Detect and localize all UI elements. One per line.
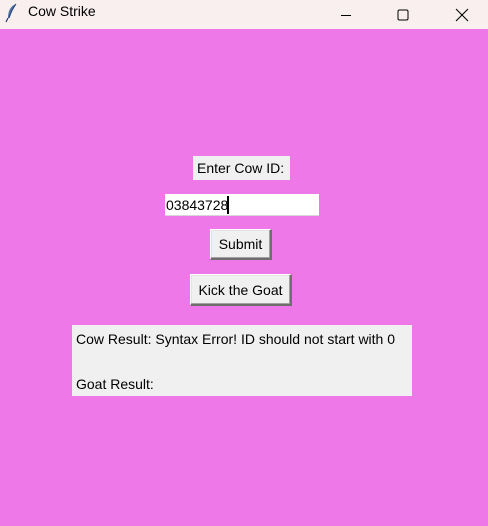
cow-id-prompt-text: Enter Cow ID: bbox=[197, 160, 285, 176]
feather-icon bbox=[5, 3, 19, 23]
text-cursor bbox=[227, 196, 229, 214]
cow-id-prompt-label: Enter Cow ID: bbox=[193, 156, 290, 180]
maximize-button[interactable] bbox=[380, 0, 426, 29]
kick-the-goat-button[interactable]: Kick the Goat bbox=[190, 274, 292, 306]
cow-id-input[interactable] bbox=[165, 194, 319, 216]
title-bar[interactable]: Cow Strike bbox=[0, 0, 488, 29]
close-icon bbox=[455, 8, 469, 22]
close-button[interactable] bbox=[439, 0, 485, 29]
results-panel: Cow Result: Syntax Error! ID should not … bbox=[72, 325, 412, 396]
cow-result-text: Cow Result: Syntax Error! ID should not … bbox=[76, 331, 396, 347]
goat-result-text: Goat Result: bbox=[76, 376, 154, 392]
minimize-icon bbox=[340, 9, 352, 21]
maximize-icon bbox=[397, 9, 409, 21]
minimize-button[interactable] bbox=[323, 0, 369, 29]
submit-button[interactable]: Submit bbox=[210, 229, 272, 260]
window-title: Cow Strike bbox=[28, 3, 96, 19]
